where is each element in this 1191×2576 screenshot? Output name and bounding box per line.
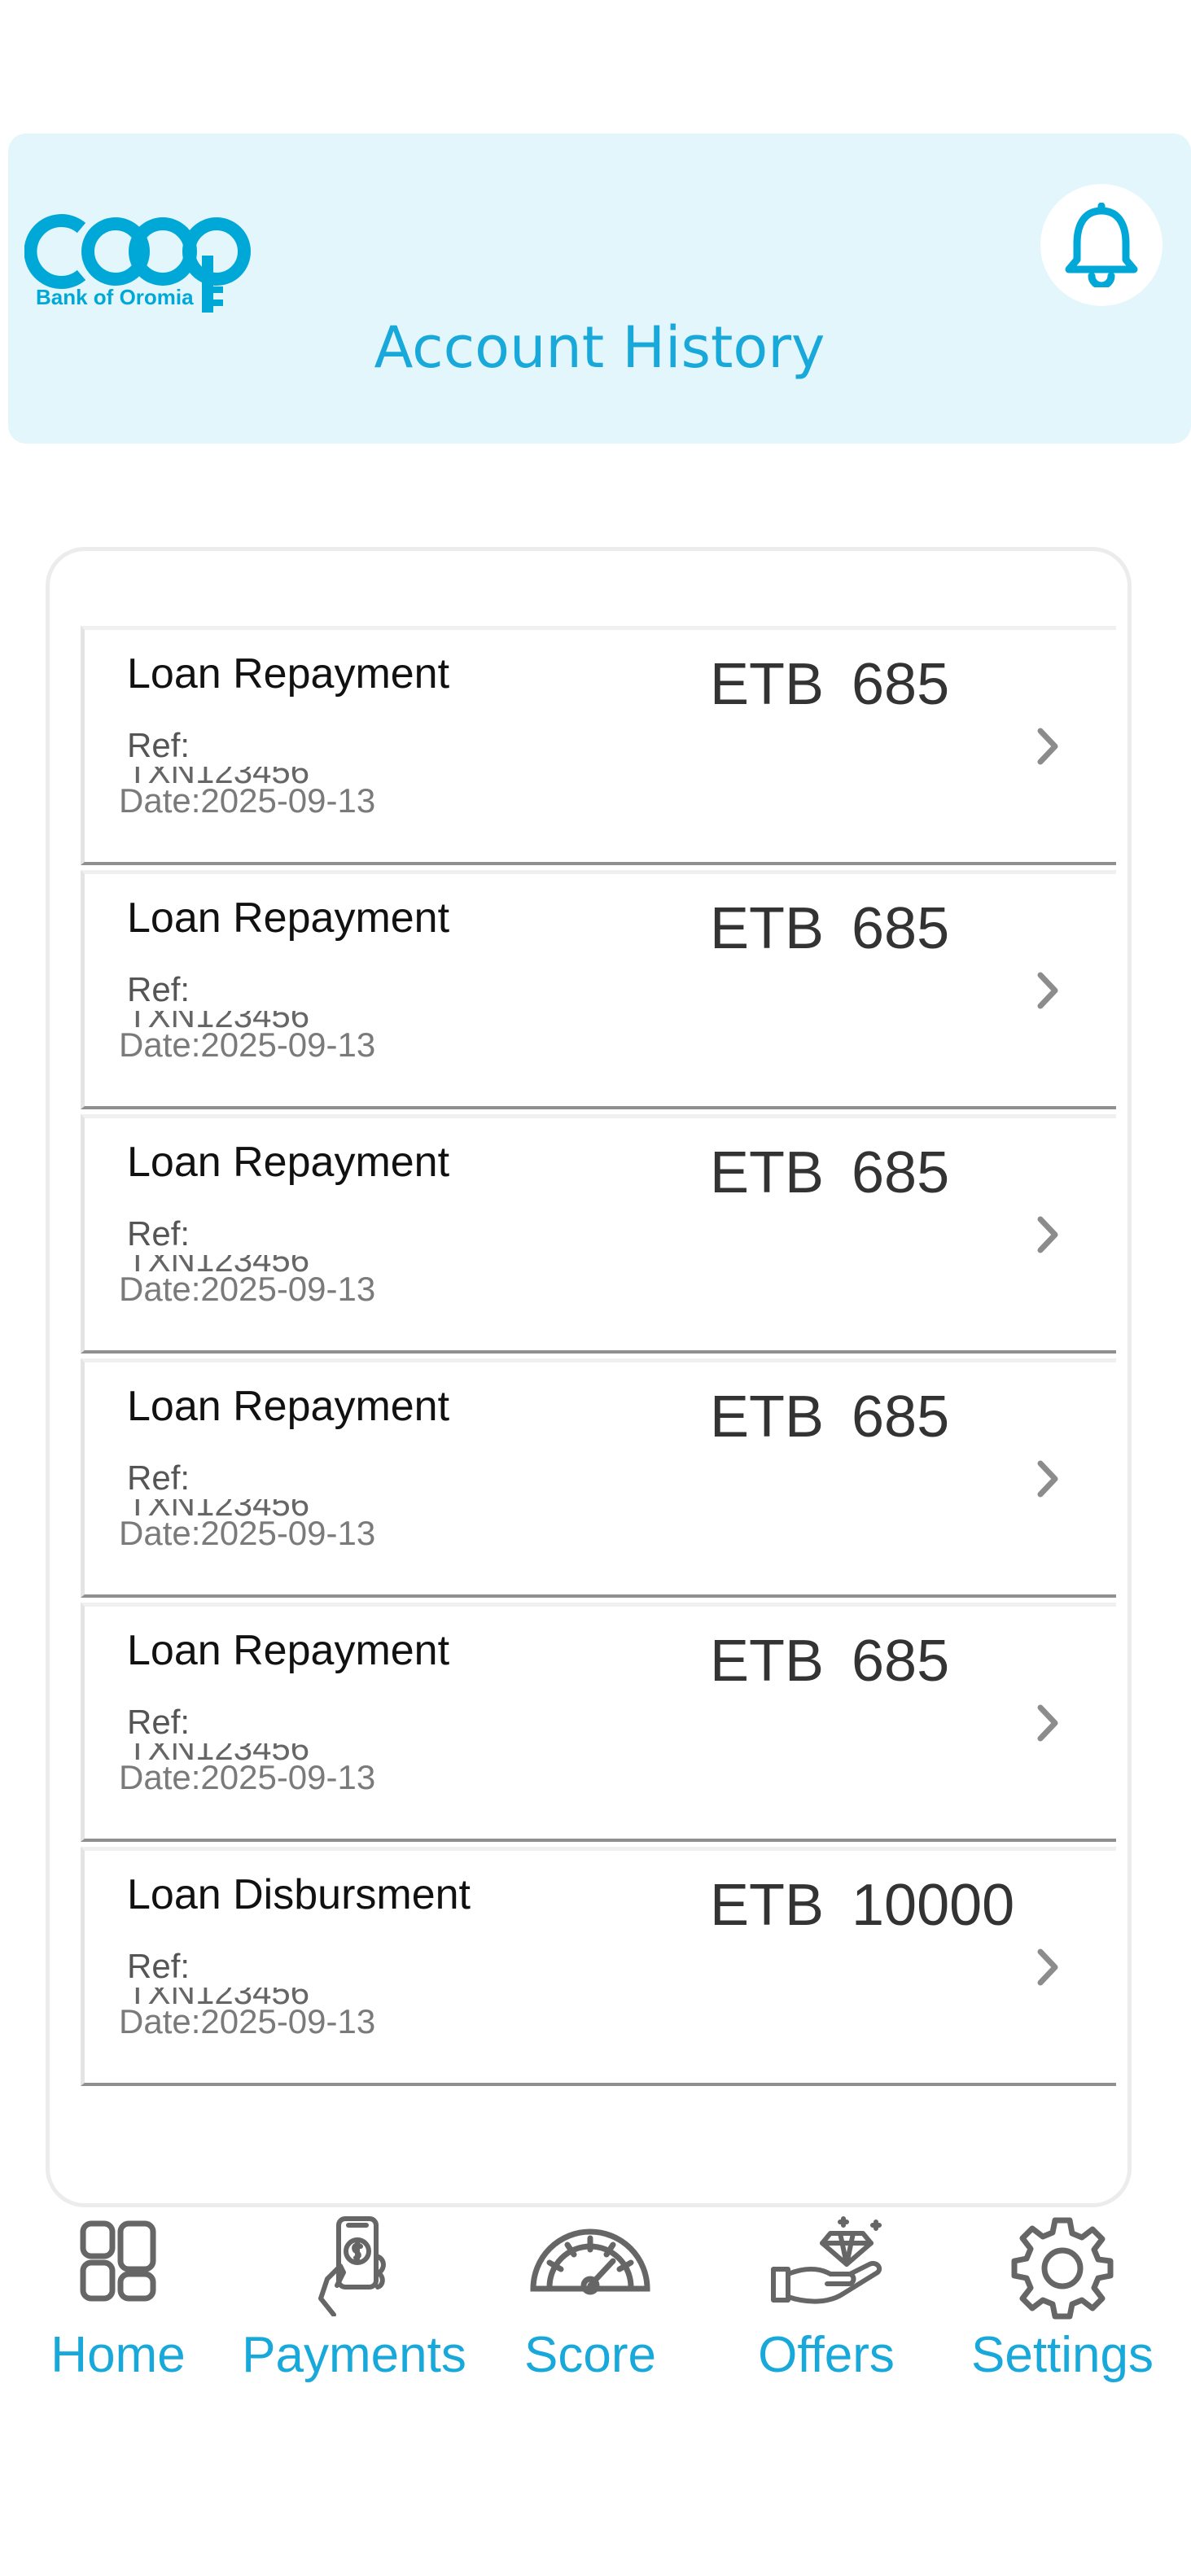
transaction-row[interactable]: Loan Disbursment Ref: TXN123456 Date:202… [81,1847,1116,2086]
transaction-date: Date:2025-09-13 [119,1758,376,1796]
transaction-type: Loan Repayment [127,1627,450,1674]
transaction-ref-label: Ref: [127,970,190,1008]
transaction-list: Loan Repayment Ref: TXN123456 Date:2025-… [81,626,1116,2091]
transaction-type: Loan Repayment [127,650,450,698]
app-header: Bank of Oromia Account History [8,133,1191,444]
notifications-button[interactable] [1040,184,1163,306]
chevron-right-icon [1037,1948,1058,1986]
chevron-right-icon [1037,1704,1058,1742]
transaction-ref-label: Ref: [127,1703,190,1741]
transaction-amount: 685 [852,652,950,717]
transaction-date: Date:2025-09-13 [119,1514,376,1552]
transaction-type: Loan Disbursment [127,1871,471,1918]
transaction-type: Loan Repayment [127,894,450,942]
transaction-row[interactable]: Loan Repayment Ref: TXN123456 Date:2025-… [81,1603,1116,1842]
chevron-right-icon [1037,1460,1058,1498]
logo-subtitle: Bank of Oromia [36,285,194,309]
nav-settings-label: Settings [970,2327,1154,2383]
coop-logo: Bank of Oromia [24,207,269,329]
chevron-right-icon [1037,728,1058,765]
transaction-ref-label: Ref: [127,726,190,764]
bell-icon [1065,203,1138,287]
transactions-card: Loan Repayment Ref: TXN123456 Date:2025-… [46,547,1132,2207]
transaction-currency: ETB [710,1629,825,1694]
transaction-ref-label: Ref: [127,1947,190,1985]
transaction-amount: 685 [852,1384,950,1450]
transaction-amount: 685 [852,1629,950,1694]
transaction-ref-label: Ref: [127,1459,190,1497]
transaction-amount: 685 [852,1140,950,1205]
transaction-date: Date:2025-09-13 [119,1270,376,1308]
hand-diamond-icon [771,2216,882,2304]
transaction-amount: 10000 [852,1873,1015,1938]
transaction-ref-label: Ref: [127,1214,190,1253]
transaction-row[interactable]: Loan Repayment Ref: TXN123456 Date:2025-… [81,626,1116,865]
phone-payment-icon [318,2216,386,2316]
transaction-currency: ETB [710,1873,825,1938]
transaction-amount: 685 [852,896,950,961]
home-grid-icon [80,2220,156,2302]
bottom-navigation: Home Payments Score Offers Settings [0,2206,1191,2417]
chevron-right-icon [1037,972,1058,1009]
nav-payments[interactable]: Payments [236,2206,472,2401]
transaction-currency: ETB [710,1384,825,1450]
transaction-type: Loan Repayment [127,1139,450,1186]
gauge-icon [530,2228,650,2295]
transaction-row[interactable]: Loan Repayment Ref: TXN123456 Date:2025-… [81,1114,1116,1354]
nav-home[interactable]: Home [0,2206,236,2401]
transaction-row[interactable]: Loan Repayment Ref: TXN123456 Date:2025-… [81,870,1116,1109]
transaction-currency: ETB [710,896,825,961]
transaction-date: Date:2025-09-13 [119,2002,376,2040]
transaction-currency: ETB [710,1140,825,1205]
nav-offers[interactable]: Offers [708,2206,944,2401]
page-title: Account History [374,314,825,381]
transaction-row[interactable]: Loan Repayment Ref: TXN123456 Date:2025-… [81,1358,1116,1598]
gear-icon [1011,2217,1114,2320]
transaction-date: Date:2025-09-13 [119,1026,376,1064]
transaction-type: Loan Repayment [127,1383,450,1430]
chevron-right-icon [1037,1216,1058,1253]
nav-score[interactable]: Score [472,2206,708,2401]
transaction-currency: ETB [710,652,825,717]
nav-settings[interactable]: Settings [944,2206,1180,2401]
transaction-date: Date:2025-09-13 [119,781,376,820]
